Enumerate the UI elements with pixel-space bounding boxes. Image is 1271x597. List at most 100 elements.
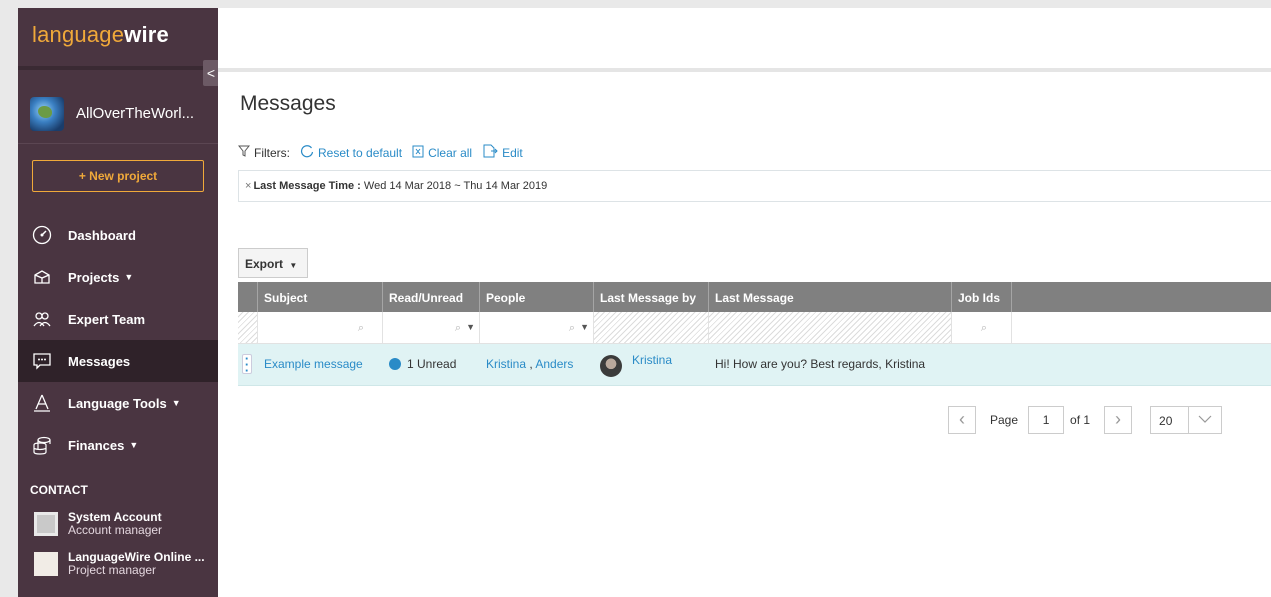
job-ids-cell: [952, 344, 1012, 385]
edit-icon: [482, 144, 498, 161]
column-header-people[interactable]: People: [480, 282, 594, 312]
page-size-select[interactable]: 20: [1150, 406, 1223, 434]
people-separator: ,: [526, 357, 536, 371]
caret-down-icon: ▼: [289, 261, 298, 270]
person-link[interactable]: Kristina: [632, 353, 672, 367]
column-header-last-message[interactable]: Last Message: [709, 282, 952, 312]
computer-avatar-icon: [34, 512, 58, 536]
tools-icon: [32, 393, 52, 413]
contact-role: Account manager: [68, 523, 163, 537]
column-header-subject[interactable]: Subject: [258, 282, 383, 312]
filters-bar: Filters: Reset to default Clear all Edit: [237, 144, 523, 161]
edit-filters-label: Edit: [502, 145, 523, 160]
reset-filters-link[interactable]: Reset to default: [300, 144, 402, 161]
search-icon: ⌕: [454, 322, 461, 334]
filters-label: Filters:: [254, 145, 290, 160]
logo[interactable]: languagewire: [18, 8, 218, 70]
sidebar: languagewire < AllOverTheWorl... + New p…: [18, 8, 218, 597]
filter-cell-disabled: [594, 312, 709, 343]
search-icon: ⌕: [568, 322, 575, 334]
person-link[interactable]: Kristina: [486, 357, 526, 371]
page-label: Page: [990, 413, 1019, 427]
sidebar-item-language-tools[interactable]: Language Tools ▼: [18, 382, 218, 424]
last-message-cell: Hi! How are you? Best regards, Kristina: [715, 357, 926, 371]
page-number-input[interactable]: 1: [1028, 406, 1065, 434]
read-status-cell: 1 Unread: [383, 344, 480, 385]
row-menu-button[interactable]: · · ·: [238, 344, 258, 385]
header-actions: [238, 282, 258, 312]
contact-item[interactable]: LanguageWire Online ... Project manager: [18, 546, 218, 582]
table-row[interactable]: · · · Example message 1 Unread Kristina , …: [238, 344, 1271, 386]
person-link[interactable]: Anders: [535, 357, 573, 371]
message-subject-link[interactable]: Example message: [258, 344, 383, 385]
sidebar-item-label: Language Tools: [68, 395, 167, 411]
new-project-button[interactable]: + New project: [32, 160, 204, 192]
edit-filters-link[interactable]: Edit: [482, 144, 523, 161]
chat-icon: [32, 351, 52, 371]
contact-role: Project manager: [68, 563, 157, 577]
export-label: Export: [245, 257, 284, 271]
active-filters: × Last Message Time : Wed 14 Mar 2018 ~ T…: [238, 170, 1271, 202]
filter-people[interactable]: ⌕ ▼: [480, 312, 594, 343]
coins-icon: [32, 435, 52, 455]
caret-down-icon: ▼: [466, 322, 475, 332]
header-filler: [1012, 282, 1271, 312]
filter-job-ids[interactable]: ⌕: [952, 312, 1012, 343]
page-count: of 1: [1070, 413, 1091, 427]
sidebar-item-expert-team[interactable]: Expert Team: [18, 298, 218, 340]
clear-icon: [412, 144, 424, 161]
sidebar-item-finances[interactable]: Finances ▼: [18, 424, 218, 466]
caret-down-icon: ▼: [171, 398, 181, 408]
pagination: ‹ Page 1 of 1 › 20: [948, 406, 1223, 434]
sidebar-item-projects[interactable]: Projects ▼: [18, 256, 218, 298]
people-icon: [32, 309, 52, 329]
refresh-icon: [300, 144, 314, 161]
logo-text-bold: wire: [124, 22, 169, 47]
messages-table: Subject Read/Unread People Last Message …: [238, 282, 1271, 386]
caret-down-icon: ▼: [129, 440, 139, 450]
search-icon: ⌕: [980, 322, 987, 334]
avatar: [600, 355, 622, 377]
top-bar: [218, 8, 1271, 72]
sidebar-item-label: Messages: [68, 353, 131, 369]
prev-page-button[interactable]: ‹: [948, 406, 976, 434]
next-page-button[interactable]: ›: [1104, 406, 1133, 434]
export-button[interactable]: Export ▼: [238, 248, 308, 278]
remove-filter-button[interactable]: ×: [245, 180, 251, 192]
sidebar-item-label: Projects: [68, 269, 120, 285]
account-switcher[interactable]: AllOverTheWorl...: [18, 84, 218, 144]
read-status-text: 1 Unread: [407, 357, 457, 371]
filter-icon: [237, 145, 251, 160]
speedometer-icon: [32, 225, 52, 245]
filter-filler: [1012, 312, 1271, 343]
filter-read-unread[interactable]: ⌕ ▼: [383, 312, 480, 343]
chevron-down-icon: [1189, 407, 1221, 433]
sidebar-item-label: Finances: [68, 437, 125, 453]
more-vertical-icon: · · ·: [242, 352, 252, 377]
unread-dot-icon: [389, 358, 401, 370]
contact-item[interactable]: System Account Account manager: [18, 506, 218, 542]
table-header: Subject Read/Unread People Last Message …: [238, 282, 1271, 312]
contact-heading: CONTACT: [30, 483, 88, 497]
last-message-by-cell: Kristina: [594, 344, 709, 385]
filter-row: ⌕ ⌕ ▼ ⌕ ▼ ⌕: [238, 312, 1271, 344]
sidebar-nav: Dashboard Projects ▼ Expert Team Messages: [18, 214, 218, 466]
person-avatar-icon: [34, 552, 58, 576]
sidebar-item-label: Dashboard: [68, 227, 136, 243]
row-filler: [1012, 344, 1271, 385]
sidebar-item-messages[interactable]: Messages: [18, 340, 218, 382]
column-header-read-unread[interactable]: Read/Unread: [383, 282, 480, 312]
logo-text-light: language: [32, 22, 125, 47]
page-size-value: 20: [1151, 407, 1190, 433]
column-header-job-ids[interactable]: Job Ids: [952, 282, 1012, 312]
collapse-sidebar-button[interactable]: <: [203, 60, 218, 86]
caret-down-icon: ▼: [580, 322, 589, 332]
column-header-last-message-by[interactable]: Last Message by: [594, 282, 709, 312]
app-frame: languagewire < AllOverTheWorl... + New p…: [0, 0, 1271, 597]
sidebar-item-dashboard[interactable]: Dashboard: [18, 214, 218, 256]
clear-filters-link[interactable]: Clear all: [412, 144, 472, 161]
sidebar-item-label: Expert Team: [68, 311, 146, 327]
filter-value: Wed 14 Mar 2018 ~ Thu 14 Mar 2019: [360, 180, 548, 192]
people-cell: Kristina , Anders: [480, 344, 594, 385]
filter-subject[interactable]: ⌕: [258, 312, 383, 343]
